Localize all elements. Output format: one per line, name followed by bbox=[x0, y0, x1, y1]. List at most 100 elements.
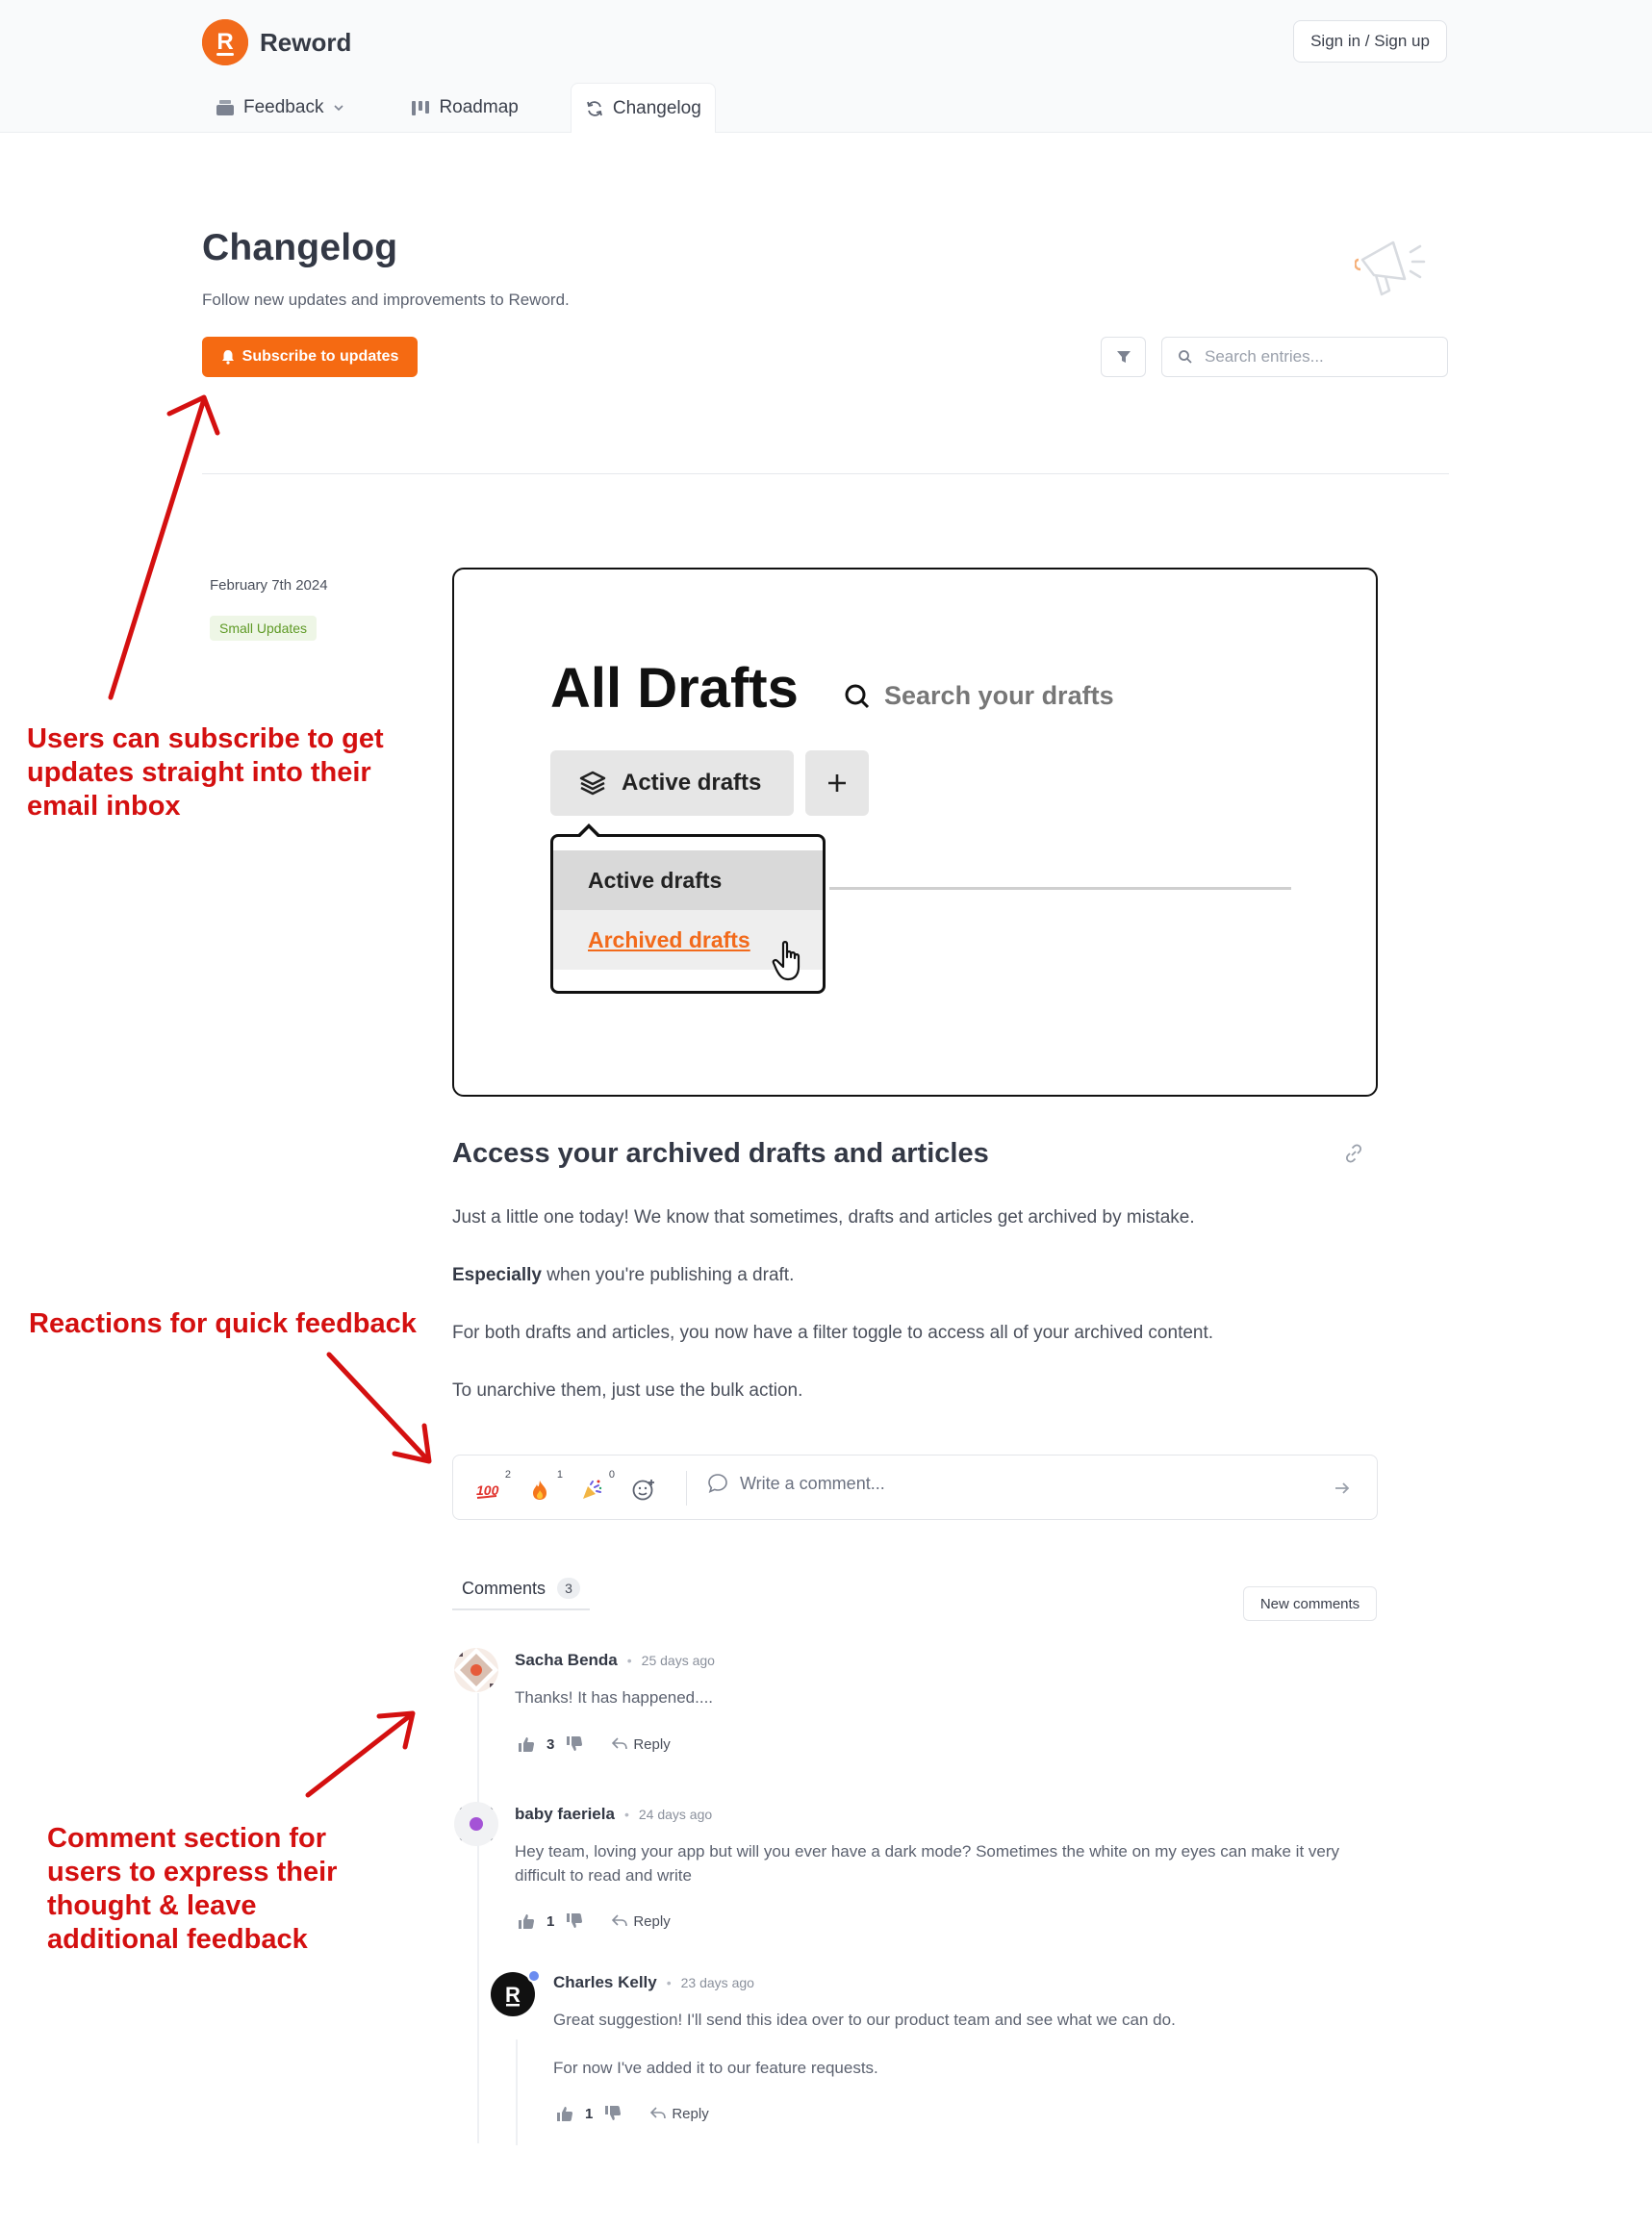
comment-body: For now I've added it to our feature req… bbox=[553, 2059, 878, 2077]
nav-feedback[interactable]: Feedback bbox=[202, 83, 359, 133]
comments-tab-label: Comments bbox=[462, 1578, 546, 1598]
reaction-party-count: 0 bbox=[608, 1469, 615, 1481]
comment-time: 23 days ago bbox=[680, 1975, 754, 1990]
entry-paragraph-2: Especially when you're publishing a draf… bbox=[452, 1265, 794, 1286]
arrow-right-icon[interactable] bbox=[1333, 1479, 1352, 1498]
filter-button[interactable] bbox=[1101, 337, 1146, 377]
avatar[interactable] bbox=[454, 1648, 498, 1692]
brand[interactable]: R Reword bbox=[202, 19, 351, 65]
reactions-separator bbox=[686, 1471, 687, 1506]
subscribe-button[interactable]: Subscribe to updates bbox=[202, 337, 418, 377]
arrow-to-reactions bbox=[326, 1352, 431, 1463]
nav-changelog[interactable]: Changelog bbox=[570, 83, 716, 133]
avatar[interactable] bbox=[454, 1802, 498, 1846]
entry-image: All Drafts Search your drafts Active dra… bbox=[452, 568, 1378, 1097]
comment-header: Charles Kelly • 23 days ago bbox=[553, 1973, 754, 1992]
like-count: 1 bbox=[546, 1912, 555, 1930]
page-subtitle: Follow new updates and improvements to R… bbox=[202, 291, 570, 309]
sign-in-button[interactable]: Sign in / Sign up bbox=[1293, 20, 1447, 63]
add-reaction-button[interactable] bbox=[626, 1475, 661, 1506]
comment-placeholder: Write a comment... bbox=[740, 1473, 885, 1493]
comment-author[interactable]: Sacha Benda bbox=[515, 1651, 618, 1670]
shot-plus-button bbox=[805, 750, 869, 816]
comment-input[interactable]: Write a comment... bbox=[707, 1473, 885, 1494]
comment-author[interactable]: Charles Kelly bbox=[553, 1973, 657, 1992]
nav-roadmap[interactable]: Roadmap bbox=[397, 83, 531, 133]
reply-icon bbox=[650, 2107, 667, 2119]
reaction-fire-count: 1 bbox=[556, 1469, 563, 1481]
nav-feedback-label: Feedback bbox=[243, 97, 324, 117]
search-icon bbox=[1179, 350, 1192, 364]
search-icon bbox=[845, 684, 870, 708]
reaction-hundred[interactable]: 100 2 bbox=[470, 1469, 511, 1506]
search-entries[interactable] bbox=[1161, 337, 1448, 377]
hundred-points-icon: 100 bbox=[476, 1482, 499, 1499]
arrow-to-subscribe bbox=[108, 396, 207, 700]
logo-icon: R bbox=[202, 19, 248, 65]
shot-active-label: Active drafts bbox=[622, 770, 762, 796]
entry-paragraph-2-bold: Especially bbox=[452, 1265, 542, 1285]
svg-text:R: R bbox=[505, 1983, 521, 2007]
reaction-party[interactable]: 0 bbox=[574, 1469, 615, 1506]
comment-time: 24 days ago bbox=[638, 1807, 713, 1822]
thumbs-up-icon[interactable] bbox=[518, 1912, 535, 1930]
reply-button[interactable]: Reply bbox=[650, 2106, 709, 2122]
reaction-fire[interactable]: 1 bbox=[522, 1469, 563, 1506]
thumbs-down-icon[interactable] bbox=[566, 1912, 583, 1930]
filter-icon bbox=[1116, 351, 1131, 363]
separator-dot: • bbox=[623, 1807, 629, 1822]
add-emoji-icon bbox=[632, 1480, 654, 1501]
thumbs-down-icon[interactable] bbox=[604, 2105, 622, 2122]
inbox-icon bbox=[216, 100, 234, 115]
comment-author[interactable]: baby faeriela bbox=[515, 1805, 615, 1824]
entry-paragraph-2-rest: when you're publishing a draft. bbox=[541, 1265, 795, 1285]
nav-changelog-label: Changelog bbox=[612, 97, 701, 118]
link-icon[interactable] bbox=[1343, 1143, 1364, 1164]
entry-paragraph-4: To unarchive them, just use the bulk act… bbox=[452, 1380, 803, 1401]
reply-icon bbox=[612, 1737, 628, 1750]
speech-bubble-icon bbox=[708, 1474, 727, 1493]
comment-actions: 1 Reply bbox=[518, 1912, 671, 1930]
reactions-bar: 100 2 1 0 Write a comment... bbox=[452, 1455, 1378, 1520]
reply-button[interactable]: Reply bbox=[612, 1735, 671, 1753]
arrow-to-comments bbox=[305, 1711, 415, 1798]
reply-button[interactable]: Reply bbox=[612, 1912, 671, 1930]
reply-icon bbox=[612, 1914, 628, 1927]
chevron-down-icon bbox=[334, 105, 344, 112]
tab-comments[interactable]: Comments 3 bbox=[452, 1578, 591, 1610]
arrow-head-reactions bbox=[392, 1423, 432, 1464]
entry-paragraph-3: For both drafts and articles, you now ha… bbox=[452, 1323, 1214, 1343]
top-bar: R Reword Sign in / Sign up Feedback Road… bbox=[0, 0, 1652, 133]
entry-date: February 7th 2024 bbox=[210, 577, 328, 594]
comment-header: Sacha Benda • 25 days ago bbox=[515, 1651, 715, 1670]
roadmap-icon bbox=[412, 101, 430, 115]
brand-logo: R bbox=[202, 19, 248, 65]
comment-body: Thanks! It has happened.... bbox=[515, 1688, 714, 1707]
main-nav: Feedback Roadmap Changelog bbox=[202, 83, 716, 133]
reply-label: Reply bbox=[633, 1735, 671, 1753]
thread-line bbox=[477, 1693, 479, 2143]
reaction-hundred-count: 2 bbox=[504, 1469, 511, 1481]
reply-thread-line bbox=[516, 2039, 518, 2145]
search-entries-input[interactable] bbox=[1205, 347, 1426, 367]
entry-tag[interactable]: Small Updates bbox=[210, 616, 318, 641]
arrow-head-comments bbox=[376, 1710, 416, 1750]
megaphone-icon bbox=[1355, 241, 1426, 296]
plus-icon bbox=[828, 774, 846, 792]
thumbs-up-icon[interactable] bbox=[518, 1735, 535, 1753]
comment-actions: 3 Reply bbox=[518, 1735, 671, 1753]
comment-actions: 1 Reply bbox=[556, 2105, 709, 2122]
avatar[interactable]: R bbox=[491, 1969, 541, 2016]
brand-name: Reword bbox=[260, 27, 352, 57]
shot-active-button: Active drafts bbox=[550, 750, 794, 816]
new-comments-button[interactable]: New comments bbox=[1243, 1586, 1377, 1621]
thumbs-up-icon[interactable] bbox=[556, 2105, 573, 2122]
entry-title: Access your archived drafts and articles bbox=[452, 1138, 989, 1169]
shot-search: Search your drafts bbox=[844, 681, 1114, 711]
subscribe-label: Subscribe to updates bbox=[241, 348, 399, 365]
shot-line bbox=[829, 887, 1291, 890]
like-count: 1 bbox=[585, 2105, 594, 2122]
arrow-head-subscribe bbox=[166, 394, 220, 436]
thumbs-down-icon[interactable] bbox=[566, 1735, 583, 1753]
reply-label: Reply bbox=[633, 1912, 671, 1930]
